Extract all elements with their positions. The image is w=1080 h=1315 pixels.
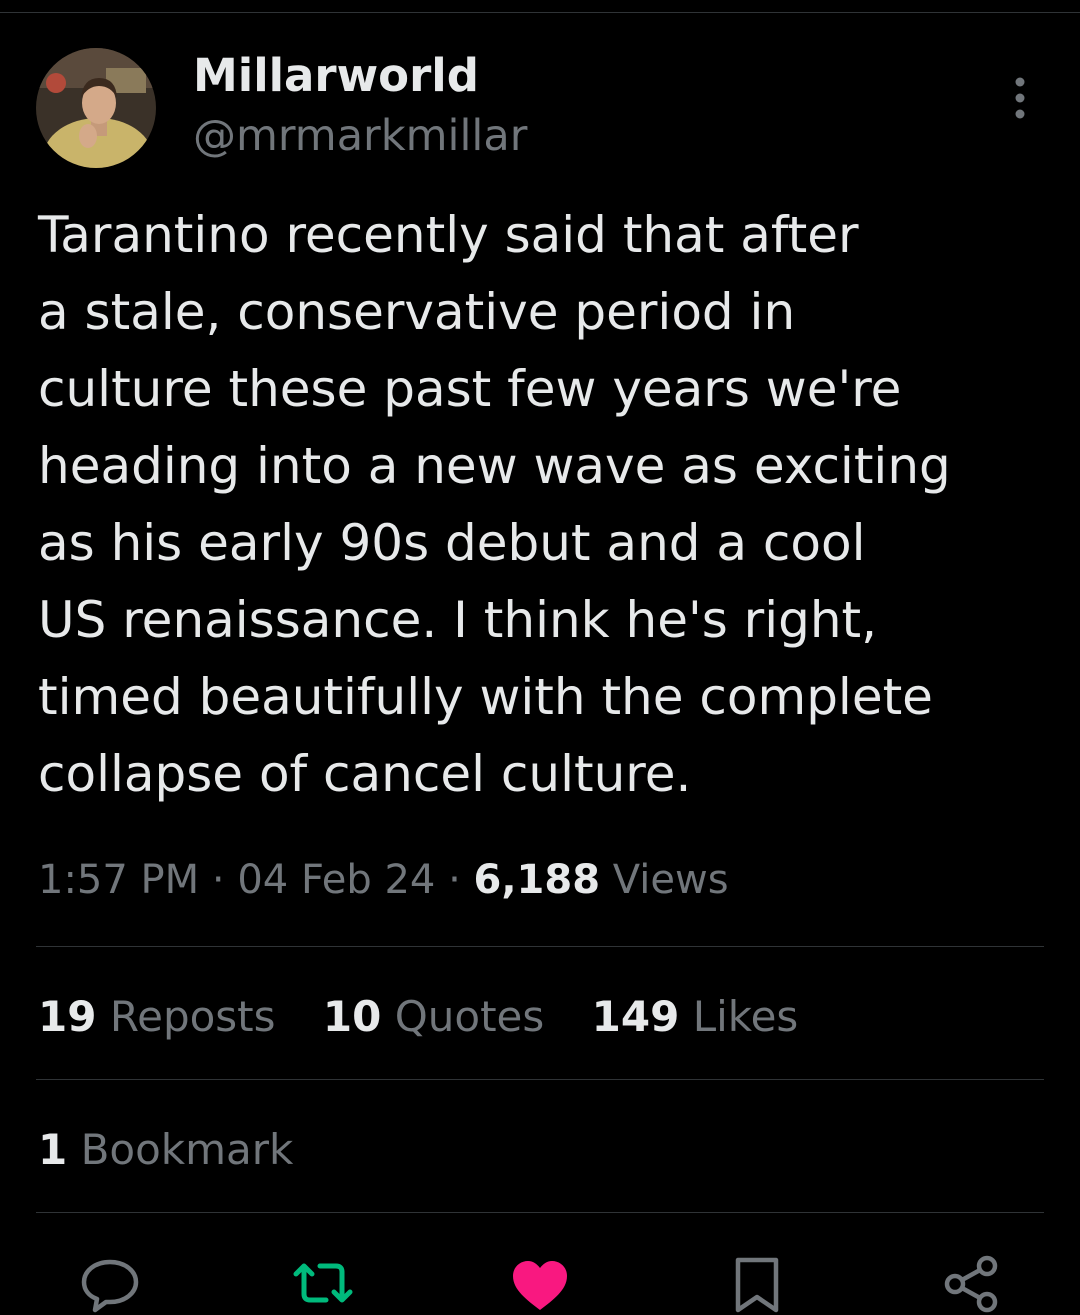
author-handle[interactable]: @mrmarkmillar	[193, 108, 527, 164]
bookmarks-label: Bookmark	[80, 1125, 294, 1174]
bookmark-button[interactable]	[722, 1252, 792, 1315]
tweet-meta: 1:57 PM · 04 Feb 24 · 6,188 Views	[38, 850, 729, 910]
tweet-text: Tarantino recently said that after a sta…	[38, 206, 951, 803]
tweet-time[interactable]: 1:57 PM	[38, 857, 199, 903]
like-button[interactable]	[505, 1252, 575, 1315]
likes-stat[interactable]: 149 Likes	[592, 987, 799, 1047]
reposts-count: 19	[38, 992, 97, 1041]
repost-button[interactable]	[288, 1252, 358, 1315]
bookmarks-stat[interactable]: 1 Bookmark	[38, 1120, 293, 1180]
reposts-stat[interactable]: 19 Reposts	[38, 987, 276, 1047]
tweet-date[interactable]: 04 Feb 24	[237, 857, 435, 903]
top-border	[0, 12, 1080, 13]
reposts-label: Reposts	[109, 992, 276, 1041]
likes-label: Likes	[692, 992, 799, 1041]
quotes-stat[interactable]: 10 Quotes	[323, 987, 544, 1047]
bookmarks-count: 1	[38, 1125, 68, 1174]
quotes-count: 10	[322, 992, 382, 1041]
speech-bubble-icon	[81, 1259, 139, 1313]
share-nodes-icon	[944, 1255, 998, 1313]
author-display-name[interactable]: Millarworld	[193, 48, 479, 104]
repost-arrows-icon	[293, 1263, 353, 1303]
divider	[36, 1212, 1044, 1213]
divider	[36, 946, 1044, 947]
quotes-label: Quotes	[394, 992, 545, 1041]
avatar-image	[36, 48, 156, 168]
bookmark-icon	[735, 1257, 779, 1313]
share-button[interactable]	[935, 1252, 1005, 1315]
divider	[36, 1079, 1044, 1080]
avatar[interactable]	[36, 48, 156, 168]
views-label: Views	[612, 857, 729, 903]
meta-separator: ·	[448, 857, 461, 903]
meta-separator: ·	[211, 857, 225, 903]
heart-icon	[513, 1261, 567, 1310]
more-options-button[interactable]	[1000, 72, 1040, 124]
views-count: 6,188	[473, 857, 601, 903]
reply-button[interactable]	[75, 1252, 145, 1315]
likes-count: 149	[591, 992, 680, 1041]
vertical-ellipsis-icon	[1015, 77, 1025, 119]
engagement-stats: 19 Reposts 10 Quotes 149 Likes	[38, 987, 832, 1047]
